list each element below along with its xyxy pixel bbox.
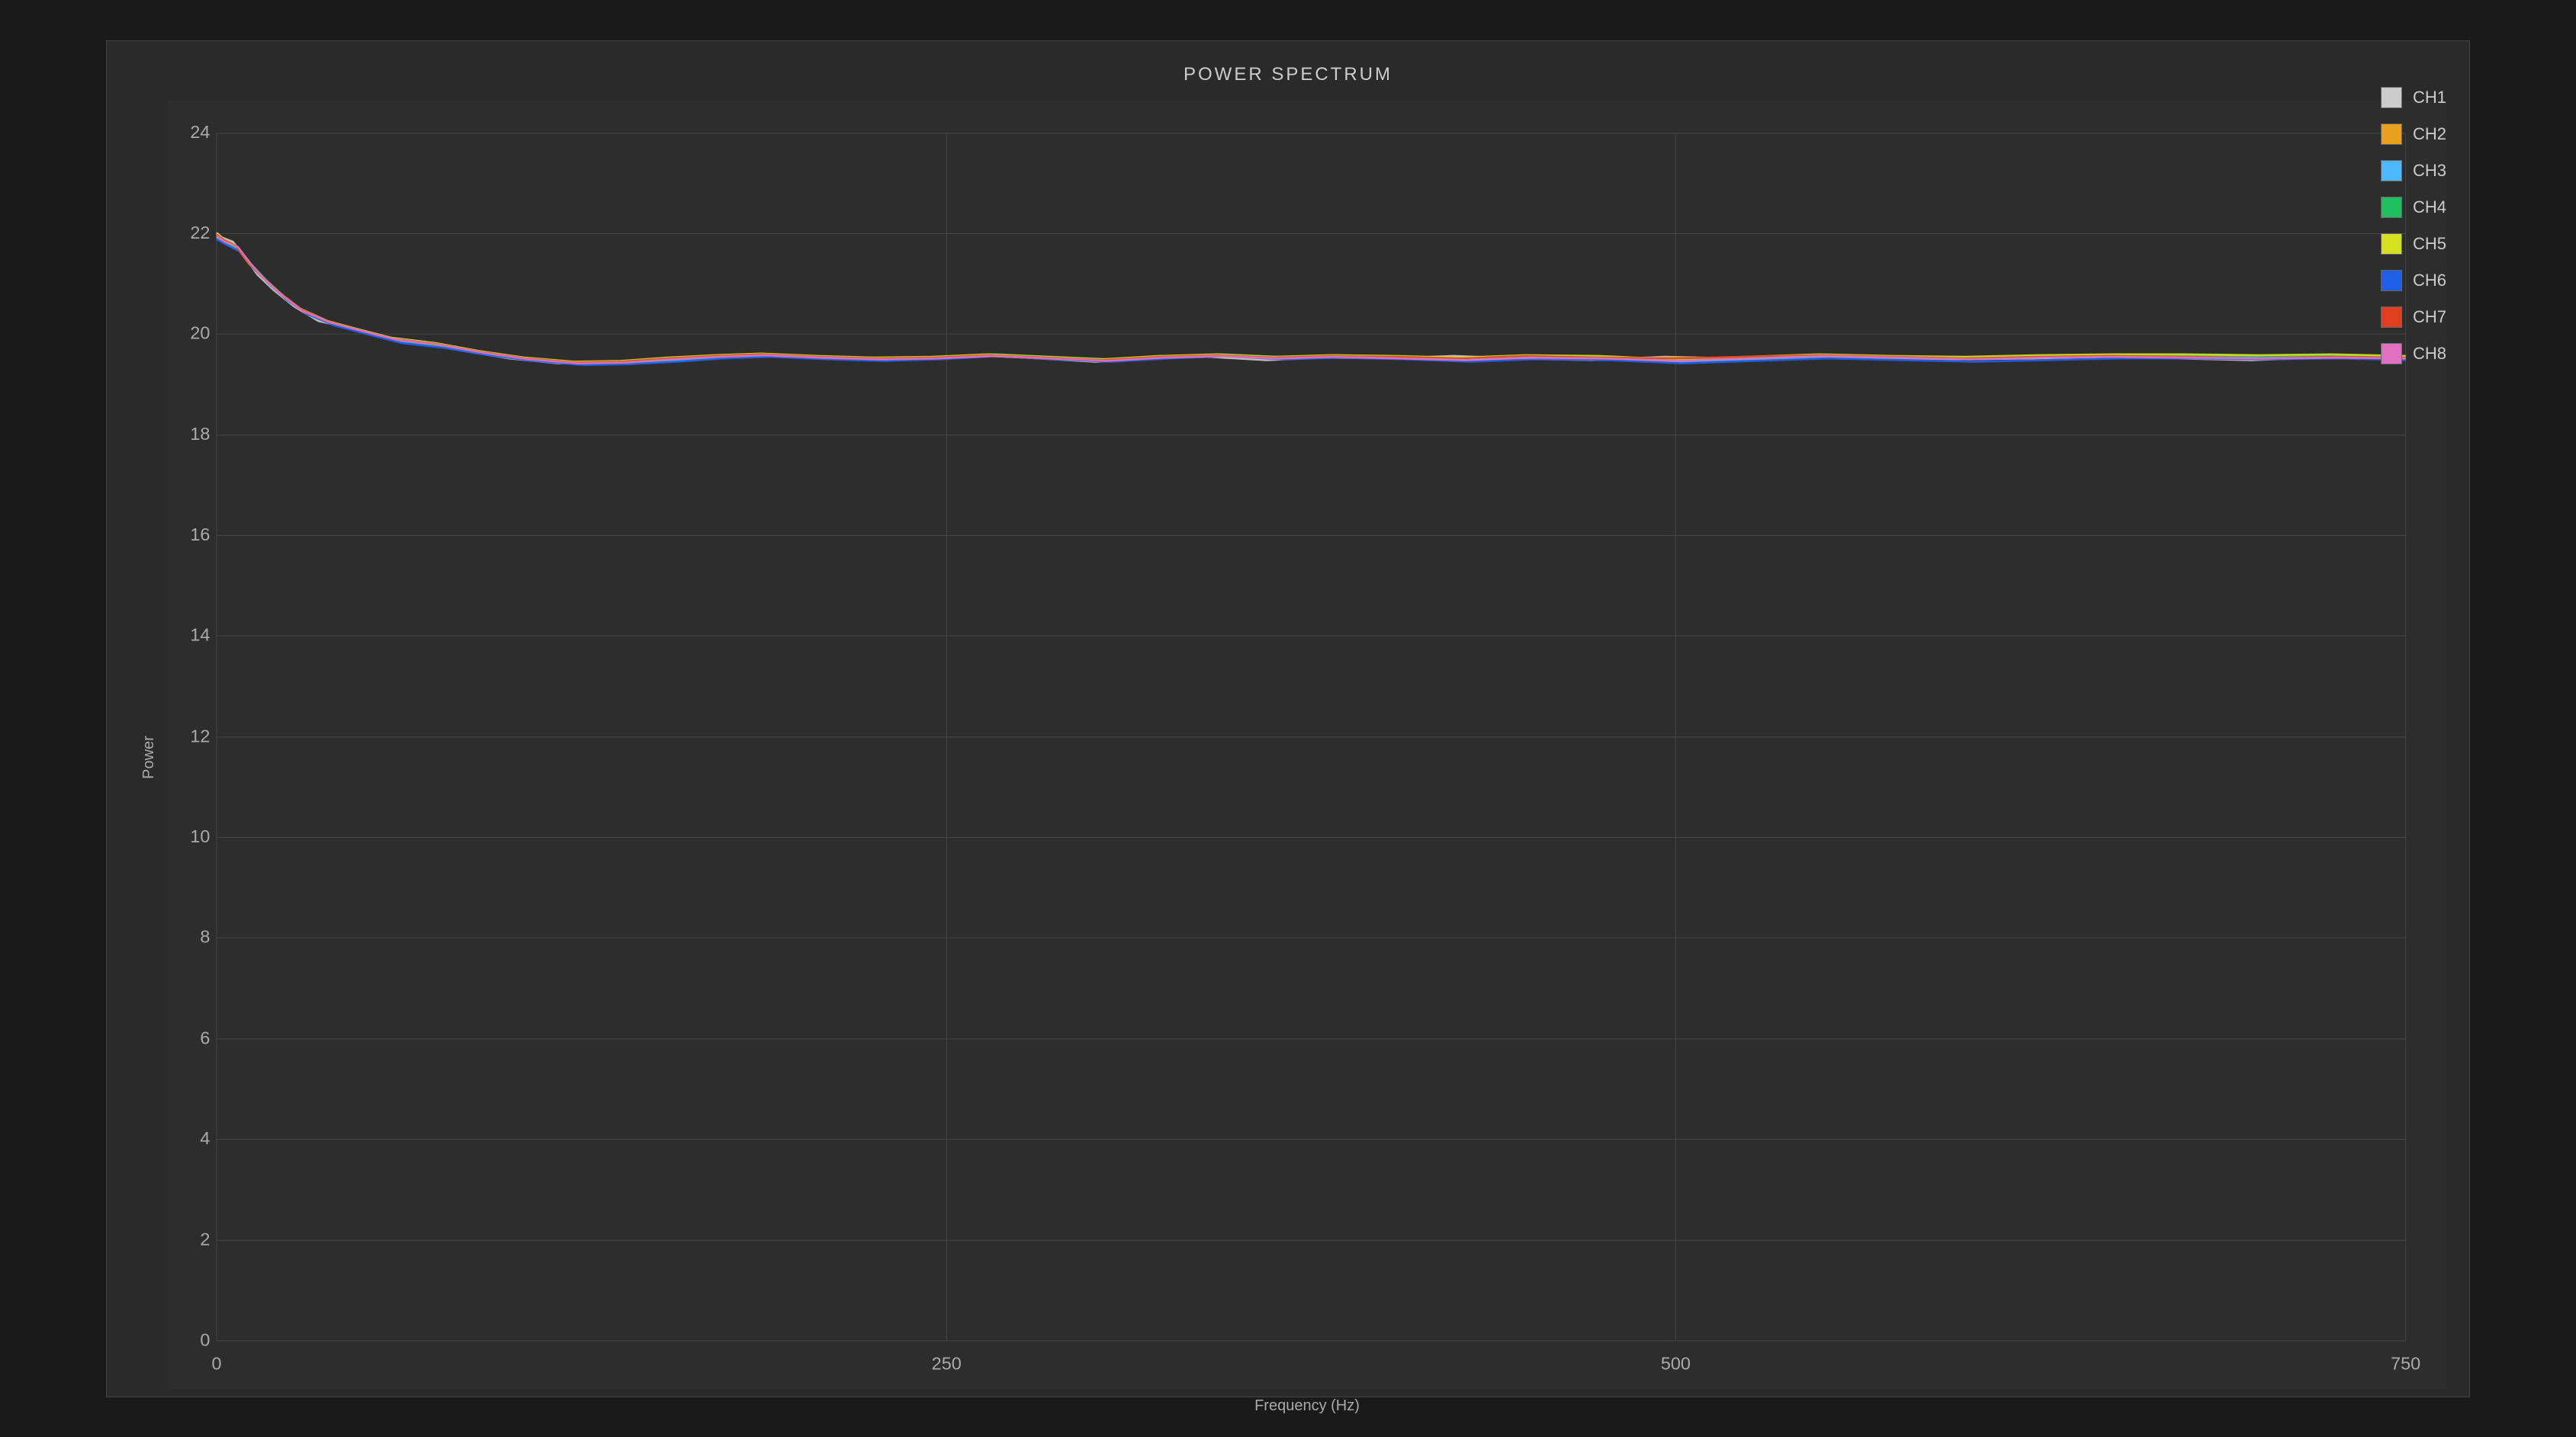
legend-item-ch2: CH2	[2381, 123, 2446, 145]
svg-text:16: 16	[190, 524, 210, 544]
legend-color-ch8	[2381, 343, 2402, 364]
legend-label-ch4: CH4	[2413, 197, 2446, 217]
legend-color-ch5	[2381, 233, 2402, 255]
svg-text:750: 750	[2391, 1353, 2420, 1373]
legend-item-ch4: CH4	[2381, 197, 2446, 218]
svg-text:6: 6	[200, 1028, 210, 1047]
legend-item-ch5: CH5	[2381, 233, 2446, 255]
chart-legend: CH1 CH2 CH3 CH4 CH5 CH6 CH7 CH8	[2381, 87, 2446, 364]
svg-text:8: 8	[200, 926, 210, 946]
svg-text:12: 12	[190, 726, 210, 746]
svg-text:24: 24	[190, 122, 210, 142]
svg-text:0: 0	[211, 1353, 221, 1373]
legend-item-ch6: CH6	[2381, 270, 2446, 291]
legend-color-ch4	[2381, 197, 2402, 218]
svg-text:2: 2	[200, 1229, 210, 1249]
legend-label-ch6: CH6	[2413, 271, 2446, 290]
svg-text:4: 4	[200, 1127, 210, 1147]
legend-color-ch3	[2381, 160, 2402, 181]
svg-text:22: 22	[190, 222, 210, 242]
legend-item-ch7: CH7	[2381, 306, 2446, 328]
chart-plot-area: 0 2 4 6 8 10 12 14 16 18 20 22 24	[168, 101, 2446, 1390]
legend-item-ch1: CH1	[2381, 87, 2446, 108]
legend-item-ch8: CH8	[2381, 343, 2446, 364]
svg-text:10: 10	[190, 826, 210, 845]
legend-label-ch8: CH8	[2413, 344, 2446, 364]
legend-color-ch7	[2381, 306, 2402, 328]
svg-text:18: 18	[190, 424, 210, 444]
legend-label-ch7: CH7	[2413, 307, 2446, 327]
legend-color-ch2	[2381, 123, 2402, 145]
svg-text:14: 14	[190, 624, 210, 644]
svg-text:20: 20	[190, 322, 210, 342]
svg-text:0: 0	[200, 1330, 210, 1349]
legend-color-ch6	[2381, 270, 2402, 291]
svg-text:500: 500	[1661, 1353, 1691, 1373]
legend-item-ch3: CH3	[2381, 160, 2446, 181]
legend-label-ch1: CH1	[2413, 88, 2446, 107]
y-axis-label: Power	[140, 736, 158, 779]
legend-label-ch5: CH5	[2413, 234, 2446, 254]
legend-color-ch1	[2381, 87, 2402, 108]
chart-container: POWER SPECTRUM Power	[106, 40, 2470, 1397]
chart-title: POWER SPECTRUM	[1184, 64, 1392, 85]
x-axis-label: Frequency (Hz)	[168, 1397, 2446, 1415]
legend-label-ch2: CH2	[2413, 124, 2446, 144]
legend-label-ch3: CH3	[2413, 161, 2446, 181]
svg-text:250: 250	[932, 1353, 962, 1373]
